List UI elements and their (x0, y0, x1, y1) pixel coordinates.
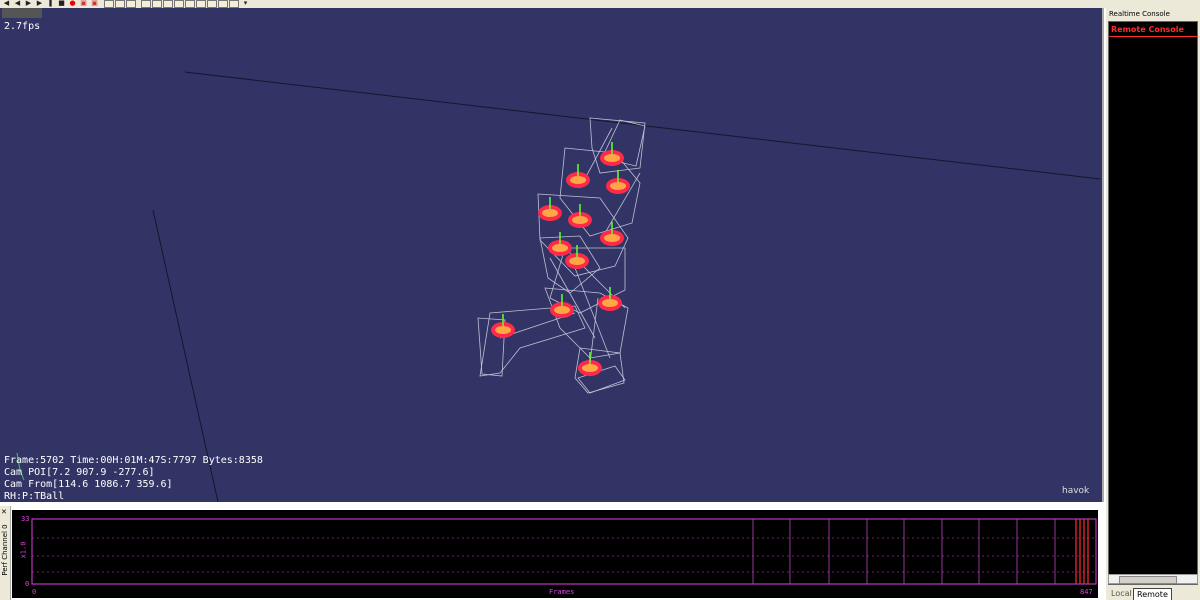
tool-7-icon[interactable] (207, 0, 217, 8)
pause-icon[interactable]: ❚ (46, 0, 55, 7)
perf-side-bar: ✕ Perf Channel 0 (0, 506, 11, 600)
view-option-2-icon[interactable] (115, 0, 125, 8)
havok-logo: havok (1062, 486, 1090, 496)
tab-local[interactable]: Local (1108, 588, 1135, 599)
record-icon[interactable]: ● (68, 0, 77, 7)
tool-4-icon[interactable] (174, 0, 184, 8)
ragdoll-scene (16, 71, 1101, 502)
frame-info: Frame:5702 Time:00H:01M:47S:7797 Bytes:8… (4, 455, 263, 466)
perf-multiplier: x1.0 (19, 541, 28, 559)
perf-graph[interactable]: 33 0 x1.0 0 Frames 847 (12, 510, 1098, 598)
console-title: Realtime Console (1109, 10, 1170, 18)
view-option-1-icon[interactable] (104, 0, 114, 8)
view-option-3-icon[interactable] (126, 0, 136, 8)
realtime-console-panel: Realtime Console Remote Console Local Re… (1106, 8, 1200, 600)
console-header: Remote Console (1111, 25, 1184, 34)
perf-channel-title: Perf Channel 0 (1, 524, 9, 576)
tab-remote[interactable]: Remote (1133, 588, 1172, 600)
perf-x-label: Frames (549, 588, 575, 596)
stop-icon[interactable]: ■ (57, 0, 66, 7)
tool-3-icon[interactable] (163, 0, 173, 8)
tool-1-icon[interactable] (141, 0, 151, 8)
joint-markers (491, 142, 630, 376)
tool-6-icon[interactable] (196, 0, 206, 8)
step-back-icon[interactable]: ◀ (2, 0, 11, 7)
perf-x-start: 0 (32, 588, 37, 596)
3d-viewport[interactable]: 2.7fps Frame:5702 Time:00H:01M:47S:7797 … (0, 8, 1104, 502)
tool-5-icon[interactable] (185, 0, 195, 8)
tool-2-icon[interactable] (152, 0, 162, 8)
console-output[interactable]: Remote Console (1108, 21, 1198, 585)
perf-graph-canvas (31, 518, 1097, 585)
console-divider (1109, 36, 1197, 37)
camera-icon[interactable]: ▣ (79, 0, 88, 7)
perf-channel-panel: ✕ Perf Channel 0 33 0 x1.0 0 Frames 847 (0, 506, 1102, 600)
rewind-icon[interactable]: ◀ (13, 0, 22, 7)
fps-counter: 2.7fps (4, 21, 41, 32)
hud-info: Frame:5702 Time:00H:01M:47S:7797 Bytes:8… (4, 455, 263, 502)
scrollbar-thumb[interactable] (1119, 576, 1177, 584)
tool-9-icon[interactable] (229, 0, 239, 8)
perf-y-max: 33 (21, 515, 30, 523)
perf-x-end: 847 (1080, 588, 1093, 596)
play-icon[interactable]: ▶ (24, 0, 33, 7)
console-horizontal-scrollbar[interactable] (1108, 574, 1198, 584)
rh-info: RH:P:TBall (4, 491, 65, 502)
close-icon[interactable]: ✕ (1, 508, 7, 516)
capture-icon[interactable]: ▣ (90, 0, 99, 7)
cam-poi: Cam POI[7.2 907.9 -277.6] (4, 467, 155, 478)
toolbar: ◀ ◀ ▶ ▶ ❚ ■ ● ▣ ▣ ▾ (0, 0, 1200, 8)
cam-from: Cam From[114.6 1086.7 359.6] (4, 479, 173, 490)
step-forward-icon[interactable]: ▶ (35, 0, 44, 7)
dropdown-chevron-icon[interactable]: ▾ (241, 0, 250, 7)
tool-8-icon[interactable] (218, 0, 228, 8)
perf-y-min: 0 (25, 580, 30, 588)
